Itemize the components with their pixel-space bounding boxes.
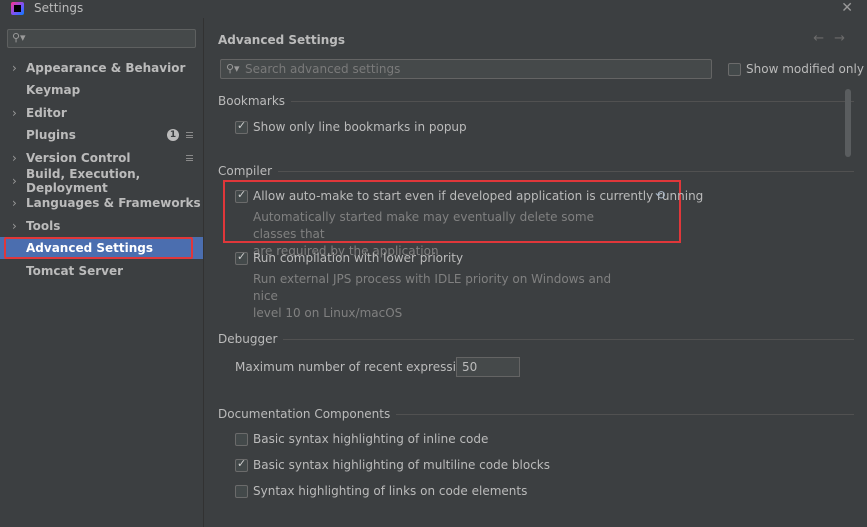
section-bookmarks: Bookmarks [218, 94, 854, 108]
section-divider [218, 339, 854, 340]
description-line: level 10 on Linux/macOS [253, 306, 403, 320]
sidebar-item-tomcat-server[interactable]: Tomcat Server [0, 260, 203, 282]
show-modified-checkbox[interactable] [728, 63, 741, 76]
description-line: Automatically started make may eventuall… [253, 210, 594, 241]
scrollbar-thumb[interactable] [845, 89, 851, 157]
section-title: Bookmarks [218, 94, 292, 108]
multiline-code-highlighting-checkbox[interactable] [235, 457, 248, 472]
allow-auto-make-label: Allow auto-make to start even if develop… [253, 189, 704, 203]
chevron-right-icon: › [12, 196, 17, 210]
project-level-icon [186, 155, 193, 161]
close-icon[interactable]: ✕ [841, 0, 853, 16]
sidebar-item-label: Version Control [26, 151, 131, 165]
max-recent-expressions-label: Maximum number of recent expressions: [235, 360, 482, 374]
inline-code-highlighting-checkbox[interactable] [235, 433, 248, 446]
chevron-right-icon: › [12, 61, 17, 75]
sidebar-item-languages-frameworks[interactable]: › Languages & Frameworks [0, 192, 203, 214]
section-title: Debugger [218, 332, 284, 346]
settings-sidebar: ⚲▾ › Appearance & Behavior Keymap › Edit… [0, 18, 203, 527]
chevron-right-icon: › [12, 151, 17, 165]
multiline-code-highlighting-label: Basic syntax highlighting of multiline c… [253, 458, 551, 472]
advanced-search-field[interactable]: ⚲▾ [220, 59, 712, 79]
title-bar: Settings ✕ [0, 0, 867, 18]
section-title: Compiler [218, 164, 279, 178]
sidebar-search-input[interactable]: ⚲▾ [7, 29, 196, 48]
show-line-bookmarks-label: Show only line bookmarks in popup [253, 120, 467, 134]
sidebar-item-advanced-settings[interactable]: Advanced Settings [0, 237, 203, 259]
low-priority-compilation-description: Run external JPS process with IDLE prior… [253, 271, 633, 322]
section-divider [218, 171, 854, 172]
search-icon: ⚲▾ [226, 62, 240, 75]
reset-icon[interactable]: ⟲ [655, 188, 665, 202]
intellij-logo-icon [11, 2, 24, 15]
max-recent-expressions-input[interactable]: 50 [456, 357, 520, 377]
arrow-right-icon[interactable]: → [834, 31, 855, 46]
page-title: Advanced Settings [218, 33, 346, 47]
section-documentation-components: Documentation Components [218, 407, 854, 421]
sidebar-item-label: Appearance & Behavior [26, 61, 186, 75]
window-title: Settings [34, 1, 84, 15]
sidebar-item-label: Tools [26, 219, 61, 233]
sidebar-item-build-execution-deployment[interactable]: › Build, Execution, Deployment [0, 167, 203, 195]
sidebar-item-keymap[interactable]: Keymap [0, 79, 203, 101]
chevron-right-icon: › [12, 174, 17, 188]
sidebar-item-label: Plugins [26, 128, 76, 142]
show-line-bookmarks-checkbox[interactable] [235, 119, 248, 134]
sidebar-item-plugins[interactable]: Plugins 1 [0, 124, 203, 146]
show-modified-label: Show modified only [746, 62, 864, 76]
history-navigation: ←→ [813, 31, 855, 46]
sidebar-item-version-control[interactable]: › Version Control [0, 147, 203, 169]
link-highlighting-label: Syntax highlighting of links on code ele… [253, 484, 528, 498]
sidebar-item-label: Languages & Frameworks [26, 196, 201, 210]
sidebar-item-tools[interactable]: › Tools [0, 215, 203, 237]
sidebar-item-label: Build, Execution, Deployment [26, 167, 141, 195]
chevron-right-icon: › [12, 106, 17, 120]
advanced-search-input[interactable] [245, 61, 705, 77]
low-priority-compilation-label: Run compilation with lower priority [253, 251, 464, 265]
inline-code-highlighting-label: Basic syntax highlighting of inline code [253, 432, 489, 446]
sidebar-item-label: Advanced Settings [26, 241, 154, 255]
allow-auto-make-checkbox[interactable] [235, 188, 248, 203]
section-compiler: Compiler [218, 164, 854, 178]
section-title: Documentation Components [218, 407, 397, 421]
sidebar-item-appearance-behavior[interactable]: › Appearance & Behavior [0, 57, 203, 79]
arrow-left-icon[interactable]: ← [813, 31, 834, 46]
chevron-right-icon: › [12, 219, 17, 233]
sidebar-item-editor[interactable]: › Editor [0, 102, 203, 124]
update-count-badge: 1 [167, 129, 179, 141]
sidebar-item-label: Editor [26, 106, 67, 120]
sidebar-item-label: Keymap [26, 83, 81, 97]
section-divider [218, 101, 854, 102]
sidebar-item-label: Tomcat Server [26, 264, 124, 278]
link-highlighting-checkbox[interactable] [235, 485, 248, 498]
project-level-icon [186, 132, 193, 138]
section-debugger: Debugger [218, 332, 854, 346]
low-priority-compilation-checkbox[interactable] [235, 250, 248, 265]
search-icon: ⚲▾ [12, 31, 26, 44]
description-line: Run external JPS process with IDLE prior… [253, 272, 612, 303]
settings-content: Advanced Settings ←→ ⚲▾ Show modified on… [204, 18, 867, 527]
